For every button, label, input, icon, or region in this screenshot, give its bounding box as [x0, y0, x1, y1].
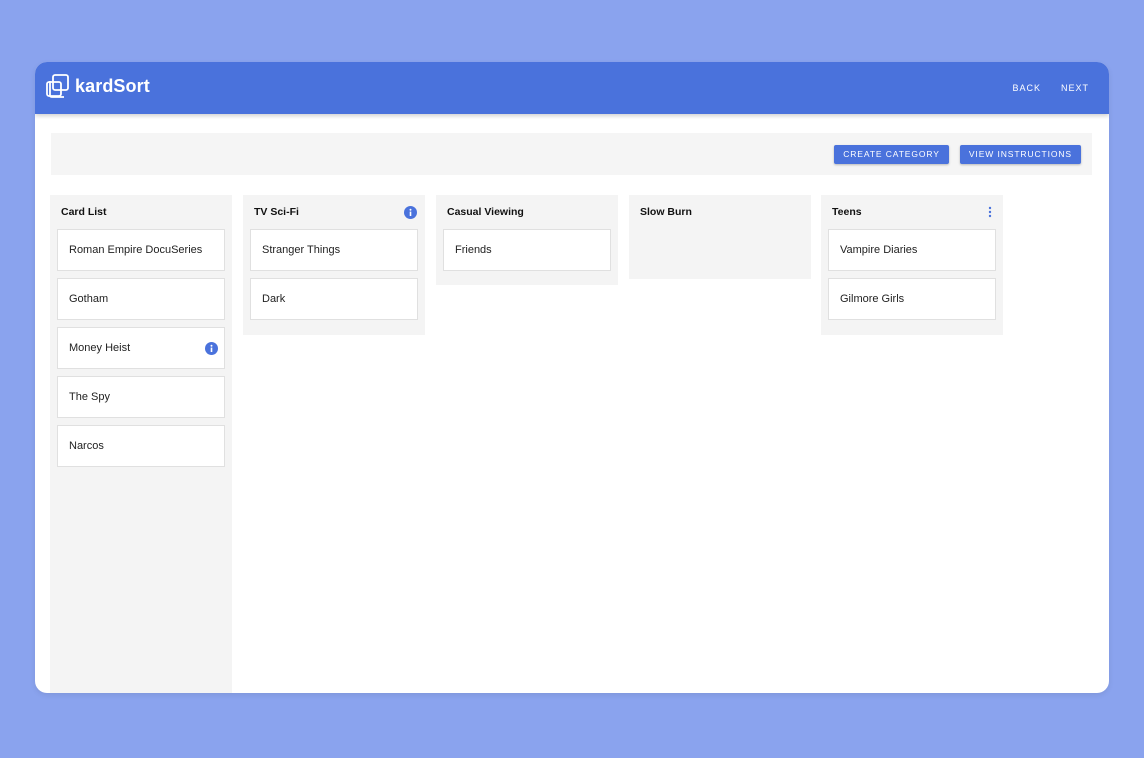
- nav-actions: BACK NEXT: [1010, 62, 1091, 114]
- column-header: Card List: [57, 195, 225, 229]
- card-label: Money Heist: [69, 342, 131, 354]
- view-instructions-button[interactable]: VIEW INSTRUCTIONS: [959, 144, 1081, 164]
- card-label: The Spy: [69, 391, 110, 403]
- card-item[interactable]: Stranger Things: [250, 229, 418, 271]
- card-label: Vampire Diaries: [840, 244, 918, 256]
- card-label: Friends: [455, 244, 492, 256]
- card-list-column: Card List Roman Empire DocuSeries Gotham…: [50, 195, 232, 693]
- brand-logo[interactable]: kardSort: [45, 73, 150, 99]
- app-bar: kardSort BACK NEXT: [35, 62, 1109, 114]
- card-label: Dark: [262, 293, 286, 305]
- category-column: Casual Viewing Friends: [436, 195, 618, 285]
- create-category-button[interactable]: CREATE CATEGORY: [834, 144, 949, 164]
- column-header: Casual Viewing: [443, 195, 611, 229]
- column-header: Slow Burn: [636, 195, 804, 229]
- next-button[interactable]: NEXT: [1059, 79, 1091, 97]
- card-item[interactable]: The Spy: [57, 376, 225, 418]
- category-column: Slow Burn: [629, 195, 811, 279]
- back-button[interactable]: BACK: [1010, 79, 1043, 97]
- brand-name: kardSort: [75, 75, 150, 96]
- column-title: TV Sci-Fi: [254, 206, 299, 218]
- card-item[interactable]: Roman Empire DocuSeries: [57, 229, 225, 271]
- card-item[interactable]: Gilmore Girls: [828, 278, 996, 320]
- card-item[interactable]: Vampire Diaries: [828, 229, 996, 271]
- column-header: TV Sci-Fi: [250, 195, 418, 229]
- card-item[interactable]: Dark: [250, 278, 418, 320]
- column-title: Casual Viewing: [447, 206, 524, 218]
- column-title: Slow Burn: [640, 206, 692, 218]
- action-toolbar: CREATE CATEGORY VIEW INSTRUCTIONS: [51, 133, 1092, 175]
- card-label: Stranger Things: [262, 244, 341, 256]
- card-item[interactable]: Money Heist: [57, 327, 225, 369]
- info-icon[interactable]: [205, 341, 218, 355]
- column-title: Card List: [61, 206, 107, 218]
- card-item[interactable]: Friends: [443, 229, 611, 271]
- card-label: Gotham: [69, 293, 109, 305]
- info-icon[interactable]: [404, 205, 417, 219]
- category-column: TV Sci-Fi Stranger Things Dark: [243, 195, 425, 335]
- column-title: Teens: [832, 206, 862, 218]
- card-label: Roman Empire DocuSeries: [69, 244, 203, 256]
- cards-logo-icon: [46, 74, 69, 98]
- column-header: Teens: [828, 195, 996, 229]
- more-vert-icon[interactable]: [985, 205, 995, 219]
- card-item[interactable]: Narcos: [57, 425, 225, 467]
- app-window: kardSort BACK NEXT CREATE CATEGORY VIEW …: [35, 62, 1109, 693]
- card-item[interactable]: Gotham: [57, 278, 225, 320]
- category-column: Teens Vampire Diaries Gilmore Girls: [821, 195, 1003, 335]
- card-label: Narcos: [69, 440, 104, 452]
- card-label: Gilmore Girls: [840, 293, 905, 305]
